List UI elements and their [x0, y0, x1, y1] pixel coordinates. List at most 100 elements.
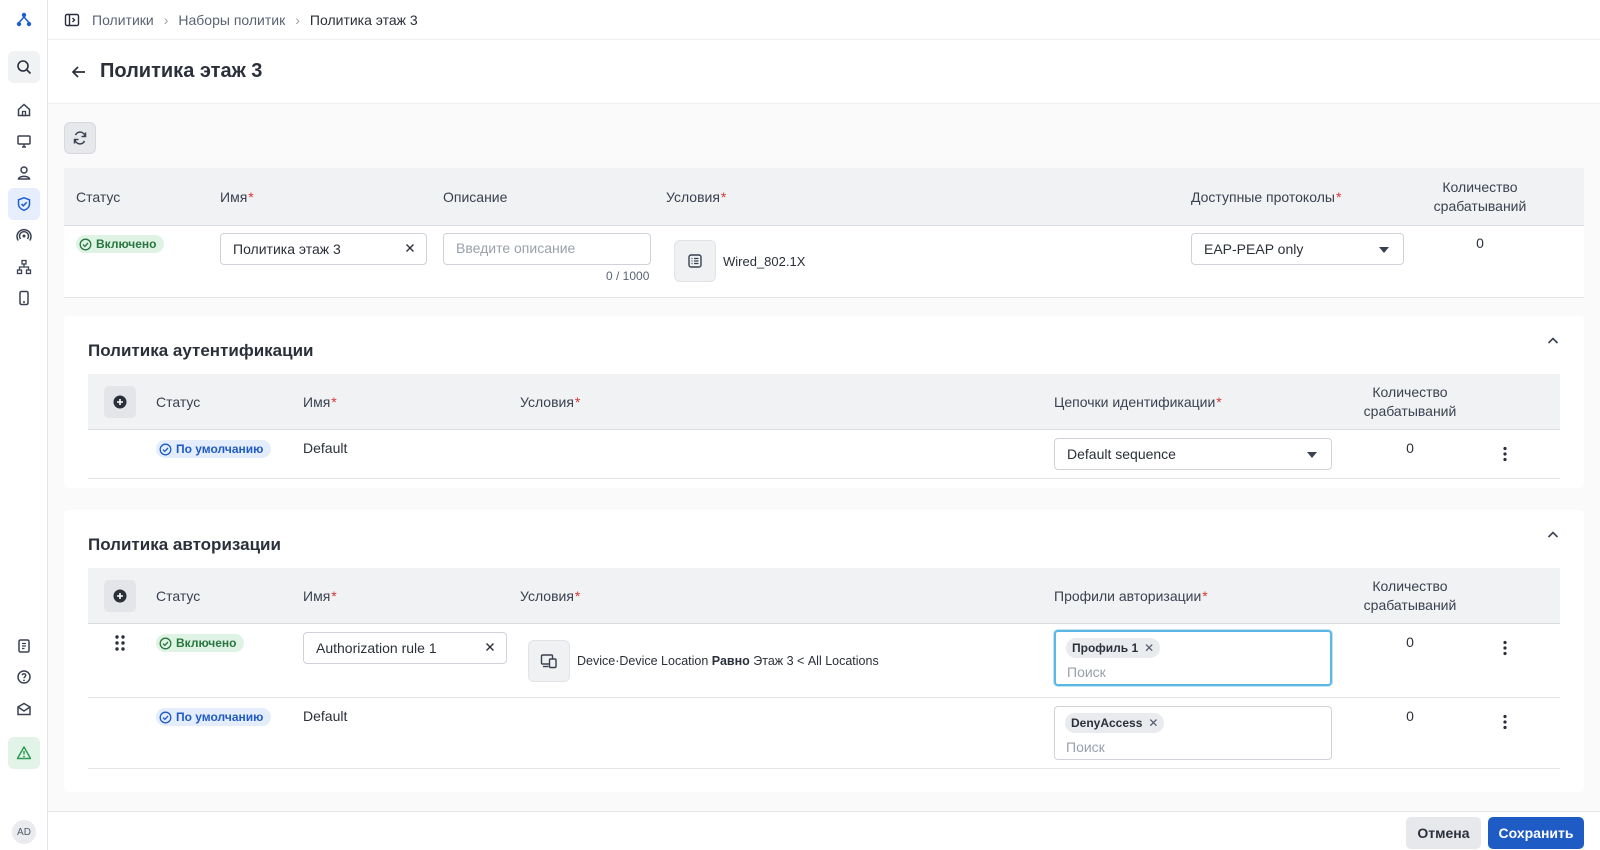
column-hits: Количество срабатываний — [1433, 178, 1527, 214]
hit-count: 0 — [1476, 235, 1484, 251]
column-conditions: Условия * — [666, 188, 727, 205]
status-badge: Включено — [156, 634, 245, 652]
plus-circle-icon — [113, 395, 127, 409]
profile-tag: DenyAccess ✕ — [1065, 713, 1165, 733]
page-title: Политика этаж 3 — [100, 60, 263, 82]
hit-count: 0 — [1406, 708, 1414, 724]
home-icon[interactable] — [8, 94, 40, 126]
rule-name: Default — [303, 440, 348, 456]
status-badge: По умолчанию — [156, 708, 272, 726]
alert-icon[interactable] — [8, 737, 40, 769]
authentication-policy-section: Политика аутентификации Статус Имя * Усло… — [64, 316, 1584, 488]
mail-icon[interactable] — [8, 693, 40, 725]
list-icon — [687, 253, 703, 269]
column-name: Имя * — [303, 587, 337, 604]
form-footer: Отмена Сохранить — [48, 811, 1600, 850]
authorization-profiles-input[interactable]: Профиль 1 ✕ Поиск — [1054, 630, 1332, 686]
broadcast-icon[interactable] — [8, 219, 40, 251]
chevron-up-icon[interactable] — [1546, 528, 1560, 542]
search-placeholder: Поиск — [1067, 664, 1106, 680]
hit-count: 0 — [1406, 440, 1414, 456]
policy-name-input[interactable]: Политика этаж 3 — [220, 233, 427, 265]
authorization-profiles-input[interactable]: DenyAccess ✕ Поиск — [1054, 706, 1332, 760]
monitor-icon[interactable] — [8, 125, 40, 157]
column-conditions: Условия * — [520, 393, 581, 410]
refresh-icon — [72, 130, 88, 146]
add-rule-button[interactable] — [104, 580, 136, 612]
column-hits: Количество срабатываний — [1363, 577, 1457, 613]
authz-rule-row: Включено Authorization rule 1 Device·Dev… — [88, 624, 1560, 698]
profile-tag: Профиль 1 ✕ — [1066, 638, 1161, 658]
add-rule-button[interactable] — [104, 386, 136, 418]
breadcrumb-item[interactable]: Политики — [92, 12, 154, 28]
chevron-right-icon: › — [295, 11, 300, 28]
column-profiles: Профили авторизации * — [1054, 587, 1208, 604]
breadcrumb-current: Политика этаж 3 — [309, 11, 418, 28]
network-icon[interactable] — [8, 251, 40, 283]
more-vertical-icon[interactable] — [1503, 446, 1507, 462]
auth-table-header: Статус Имя * Условия * Цепочки идентификац… — [88, 374, 1560, 430]
side-navigation: AD — [0, 0, 48, 850]
section-title: Политика авторизации — [88, 535, 281, 554]
clear-icon[interactable] — [404, 242, 416, 254]
cancel-button[interactable]: Отмена — [1406, 817, 1481, 849]
back-arrow-icon[interactable] — [70, 63, 88, 81]
protocols-select[interactable]: EAP-PEAP only — [1191, 233, 1404, 265]
logo-icon[interactable] — [8, 4, 40, 36]
check-circle-icon — [159, 711, 172, 724]
conditions-button[interactable] — [674, 240, 716, 282]
mobile-icon[interactable] — [8, 282, 40, 314]
refresh-button[interactable] — [64, 122, 96, 154]
document-icon[interactable] — [8, 630, 40, 662]
auth-rule-row: По умолчанию Default Default sequence 0 — [88, 430, 1560, 479]
more-vertical-icon[interactable] — [1503, 640, 1507, 656]
authorization-policy-section: Политика авторизации Статус Имя * Условия… — [64, 510, 1584, 792]
conditions-button[interactable] — [528, 640, 570, 682]
chevron-right-icon: › — [163, 11, 169, 28]
identity-sequence-select[interactable]: Default sequence — [1054, 438, 1332, 470]
help-icon[interactable] — [8, 661, 40, 693]
search-icon[interactable] — [8, 51, 40, 83]
avatar[interactable]: AD — [12, 820, 36, 844]
page-header: Политика этаж 3 — [48, 40, 1600, 104]
plus-circle-icon — [113, 589, 127, 603]
policy-editor: Статус Имя * Описание Условия * Доступные … — [48, 104, 1600, 811]
search-placeholder: Поиск — [1066, 739, 1105, 755]
chevron-down-icon — [1379, 247, 1389, 253]
condition-text: Wired_802.1X — [723, 254, 806, 269]
policy-set-table-header: Статус Имя * Описание Условия * Доступные … — [64, 168, 1584, 226]
column-status: Статус — [156, 587, 201, 604]
chevron-down-icon — [1307, 452, 1317, 458]
column-status: Статус — [76, 188, 121, 205]
section-title: Политика аутентификации — [88, 341, 314, 360]
user-icon[interactable] — [8, 157, 40, 189]
column-name: Имя * — [220, 188, 254, 205]
authz-table-header: Статус Имя * Условия * Профили авторизации… — [88, 568, 1560, 624]
remove-tag-icon[interactable]: ✕ — [1144, 641, 1154, 655]
clear-icon[interactable] — [484, 641, 496, 653]
check-circle-icon — [159, 637, 172, 650]
sidebar-toggle-icon[interactable] — [64, 12, 80, 28]
hit-count: 0 — [1406, 634, 1414, 650]
remove-tag-icon[interactable]: ✕ — [1148, 716, 1158, 730]
drag-handle-icon[interactable] — [114, 634, 126, 652]
shield-icon[interactable] — [8, 188, 40, 220]
breadcrumb: Политики › Наборы политик › Политика эта… — [48, 0, 1600, 40]
check-circle-icon — [159, 443, 172, 456]
column-name: Имя * — [303, 393, 337, 410]
check-circle-icon — [79, 238, 92, 251]
breadcrumb-item[interactable]: Наборы политик — [178, 12, 285, 28]
more-vertical-icon[interactable] — [1503, 714, 1507, 730]
column-hits: Количество срабатываний — [1363, 383, 1457, 419]
column-protocols: Доступные протоколы * — [1191, 188, 1342, 205]
save-button[interactable]: Сохранить — [1488, 817, 1584, 849]
description-textarea[interactable]: Введите описание — [443, 233, 651, 265]
column-description: Описание — [443, 188, 508, 205]
char-counter: 0 / 1000 — [606, 269, 650, 283]
policy-set-row: Включено Политика этаж 3 Введите описани… — [64, 226, 1584, 298]
authz-rule-row: По умолчанию Default DenyAccess ✕ Поиск … — [88, 698, 1560, 769]
column-conditions: Условия * — [520, 587, 581, 604]
status-badge: Включено — [76, 235, 165, 253]
rule-name-input[interactable]: Authorization rule 1 — [303, 632, 507, 664]
chevron-up-icon[interactable] — [1546, 334, 1560, 348]
